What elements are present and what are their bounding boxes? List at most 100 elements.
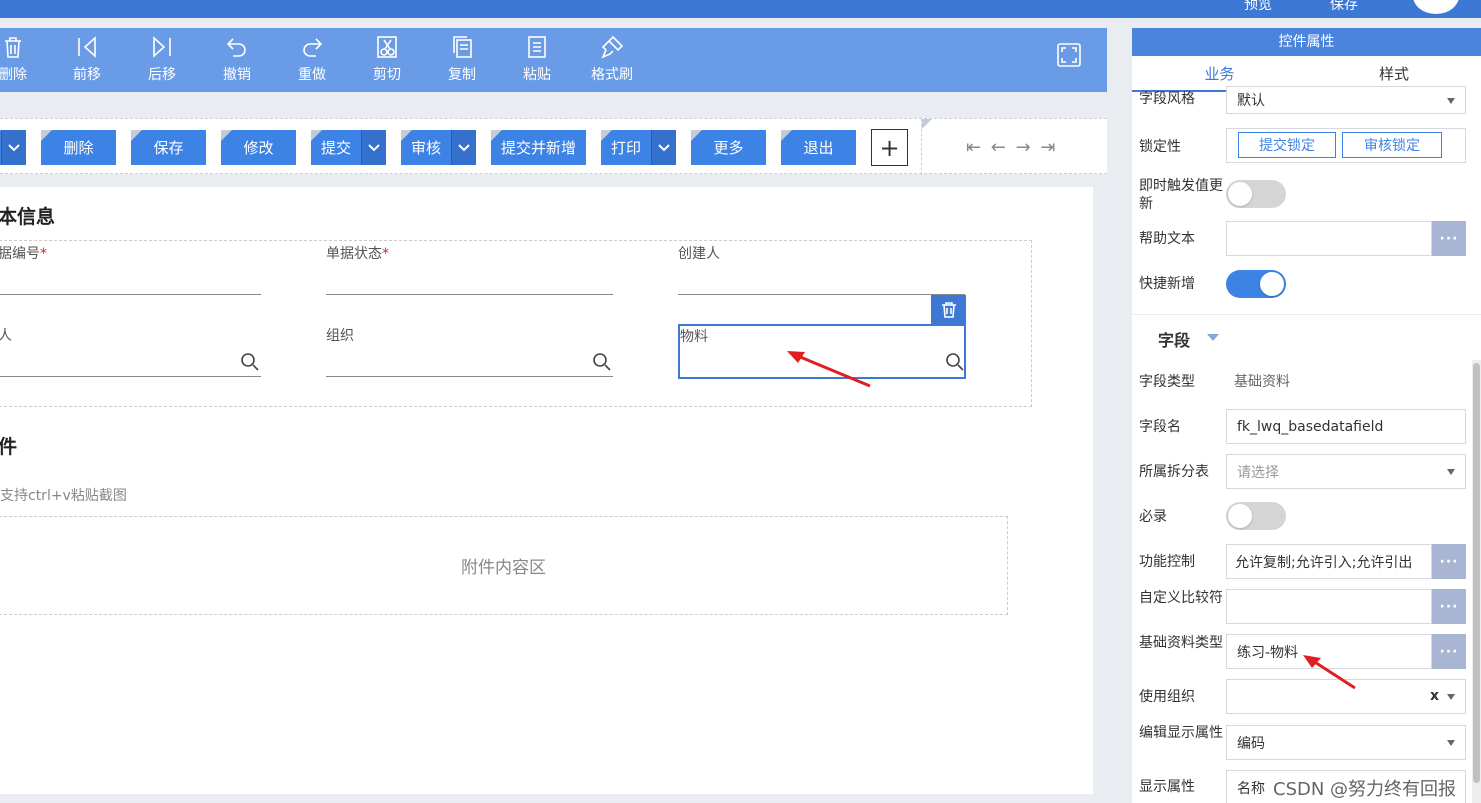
tool-label: 前移 <box>73 67 101 83</box>
chevron-down-icon <box>1 130 26 165</box>
func-control-input[interactable]: 允许复制;允许引入;允许引出 <box>1226 544 1432 579</box>
prop-label: 字段名 <box>1139 419 1181 435</box>
tool-label: 剪切 <box>373 67 401 83</box>
tool-label: 格式刷 <box>591 67 633 83</box>
field-type-value: 基础资料 <box>1234 374 1290 390</box>
quick-add-toggle[interactable] <box>1226 270 1286 298</box>
chevron-down-icon <box>1447 469 1455 475</box>
split-table-select[interactable]: 请选择 <box>1226 454 1466 489</box>
prop-label: 编辑显示属性 <box>1139 725 1223 741</box>
undo-icon <box>207 34 267 60</box>
select-value: 默认 <box>1237 93 1265 109</box>
audit-button[interactable]: 审核 <box>401 130 476 165</box>
tool-label: 撤销 <box>223 67 251 83</box>
submit-lock-button[interactable]: 提交锁定 <box>1238 132 1336 158</box>
copy-icon <box>432 34 492 60</box>
section-field-header[interactable]: 字段 <box>1132 314 1481 358</box>
tool-label: 重做 <box>298 67 326 83</box>
dropdown-button[interactable] <box>0 130 26 165</box>
audit-lock-button[interactable]: 审核锁定 <box>1342 132 1442 158</box>
tool-label: 后移 <box>148 67 176 83</box>
print-button[interactable]: 打印 <box>601 130 676 165</box>
more-button[interactable]: 更多 <box>691 130 766 165</box>
submit-new-button[interactable]: 提交并新增 <box>491 130 586 165</box>
move-next-icon <box>132 34 192 60</box>
field-label-person: 人 <box>0 328 12 344</box>
prop-label: 显示属性 <box>1139 779 1195 795</box>
audit-label: 审核 <box>411 139 442 157</box>
search-icon[interactable] <box>945 352 965 372</box>
custom-compare-input[interactable] <box>1226 589 1432 624</box>
tool-paste[interactable]: 粘贴 <box>507 34 567 84</box>
chevron-down-icon[interactable] <box>651 130 676 165</box>
delete-button[interactable]: 删除 <box>41 130 116 165</box>
select-value: 编码 <box>1237 735 1265 752</box>
help-text-input[interactable] <box>1226 221 1432 256</box>
toggle-knob <box>1260 272 1284 296</box>
fullscreen-icon[interactable] <box>1056 42 1082 68</box>
org-input[interactable] <box>326 376 613 377</box>
tool-format-brush[interactable]: 格式刷 <box>582 34 642 84</box>
panel-header: 控件属性 <box>1132 28 1481 56</box>
creator-input[interactable] <box>678 294 965 295</box>
tool-label: 粘贴 <box>523 67 551 83</box>
search-icon[interactable] <box>240 352 260 372</box>
tool-label: 复制 <box>448 67 476 83</box>
search-icon[interactable] <box>592 352 612 372</box>
tool-redo[interactable]: 重做 <box>282 34 342 84</box>
exit-button[interactable]: 退出 <box>781 130 856 165</box>
prop-label: 字段类型 <box>1139 374 1195 390</box>
field-label-bill-status: 单据状态* <box>326 243 389 263</box>
more-button[interactable]: ··· <box>1432 544 1466 579</box>
modify-button[interactable]: 修改 <box>221 130 296 165</box>
attach-hint: 支持ctrl+v粘贴截图 <box>0 488 127 504</box>
field-style-select[interactable]: 默认 <box>1226 86 1466 114</box>
prop-label: 自定义比较符 <box>1139 590 1223 606</box>
person-input[interactable] <box>0 376 261 377</box>
submit-button[interactable]: 提交 <box>311 130 386 165</box>
more-button[interactable]: ··· <box>1432 589 1466 624</box>
clear-icon[interactable]: x <box>1430 688 1439 704</box>
required-toggle[interactable] <box>1226 502 1286 530</box>
save-button[interactable]: 保存 <box>131 130 206 165</box>
tool-cut[interactable]: 剪切 <box>357 34 417 84</box>
delete-field-button[interactable] <box>931 295 966 324</box>
field-label-text: 单据状态 <box>326 246 382 262</box>
format-brush-icon <box>582 34 642 60</box>
annotation-arrow <box>1303 655 1356 690</box>
instant-update-toggle[interactable] <box>1226 180 1286 208</box>
bill-status-input[interactable] <box>326 294 613 295</box>
chevron-down-icon[interactable] <box>451 130 476 165</box>
save-top-button[interactable]: 保存 <box>1330 0 1358 14</box>
tool-delete[interactable]: 删除 <box>0 34 43 84</box>
chevron-down-icon <box>1447 98 1455 104</box>
scrollbar-thumb[interactable] <box>1473 363 1480 783</box>
tool-copy[interactable]: 复制 <box>432 34 492 84</box>
field-label-text: 据编号 <box>0 246 40 262</box>
prop-label: 所属拆分表 <box>1139 464 1209 480</box>
field-label-creator: 创建人 <box>678 246 720 262</box>
chevron-down-icon[interactable] <box>361 130 386 165</box>
attachment-drop-zone[interactable]: 附件内容区 <box>0 516 1008 615</box>
bill-no-input[interactable] <box>0 294 261 295</box>
more-button[interactable]: ··· <box>1432 221 1466 256</box>
chevron-down-icon <box>1447 694 1455 700</box>
watermark: CSDN @努力终有回报 <box>1273 779 1457 800</box>
preview-button[interactable]: 预览 <box>1244 0 1272 14</box>
select-value: 名称 <box>1237 780 1265 797</box>
designer-toolbar: 删除 前移 后移 撤销 重做 剪切 复制 粘贴 格式刷 <box>0 28 1107 92</box>
section-title-attach: 件 <box>0 436 18 458</box>
field-name-input[interactable]: fk_lwq_basedatafield <box>1226 409 1466 444</box>
avatar[interactable] <box>1413 0 1459 14</box>
more-button[interactable]: ··· <box>1432 634 1466 669</box>
tool-undo[interactable]: 撤销 <box>207 34 267 84</box>
add-button[interactable]: + <box>871 129 908 166</box>
prop-label: 即时触发值更新 <box>1139 178 1223 212</box>
move-prev-icon <box>57 34 117 60</box>
field-label-org: 组织 <box>326 328 354 344</box>
edit-display-select[interactable]: 编码 <box>1226 725 1466 760</box>
tool-move-next[interactable]: 后移 <box>132 34 192 84</box>
cut-icon <box>357 34 417 60</box>
record-nav-arrows[interactable]: ⇤ ← → ⇥ <box>966 137 1058 158</box>
tool-move-prev[interactable]: 前移 <box>57 34 117 84</box>
